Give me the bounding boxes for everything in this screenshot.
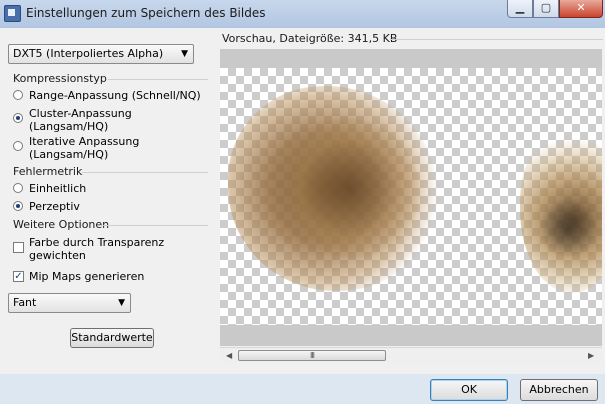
minimize-button[interactable]: ▁	[507, 0, 533, 18]
title-bar: Einstellungen zum Speichern des Bildes ▁…	[0, 0, 605, 29]
mipmaps-checkbox-label: Mip Maps generieren	[29, 270, 145, 283]
transparency-checkerboard	[220, 68, 602, 325]
transparency-checkbox[interactable]	[13, 242, 24, 253]
transparency-checkbox-label: Farbe durch Transparenz gewichten	[29, 236, 165, 262]
divider	[108, 79, 208, 80]
divider	[100, 225, 208, 226]
radio-iterative-fit-label: Iterative Anpassung (Langsam/HQ)	[29, 135, 140, 161]
checkmark-icon: ✓	[14, 271, 23, 282]
scroll-right-icon[interactable]: ▶	[588, 351, 594, 360]
preview-label: Vorschau, Dateigröße: 341,5 KB	[222, 32, 398, 45]
image-icon	[4, 5, 21, 22]
format-select[interactable]: DXT5 (Interpoliertes Alpha) ▼	[8, 44, 194, 64]
error-metric-label: Fehlermetrik	[13, 165, 83, 178]
radio-perceptual[interactable]	[13, 201, 23, 211]
horizontal-scrollbar[interactable]: ◀ III ▶	[220, 347, 602, 364]
radio-uniform-label: Einheitlich	[29, 182, 87, 195]
window-title: Einstellungen zum Speichern des Bildes	[26, 6, 266, 20]
scroll-left-icon[interactable]: ◀	[226, 351, 232, 360]
compression-label: Kompressionstyp	[13, 72, 107, 85]
mipmaps-checkbox[interactable]: ✓	[13, 271, 24, 282]
ok-button[interactable]: OK	[430, 379, 508, 401]
radio-cluster-fit[interactable]	[13, 113, 23, 123]
chevron-down-icon: ▼	[181, 49, 188, 59]
divider	[390, 39, 603, 40]
maximize-button[interactable]: ▢	[533, 0, 559, 18]
format-select-value: DXT5 (Interpoliertes Alpha)	[13, 47, 164, 60]
radio-range-fit-label: Range-Anpassung (Schnell/NQ)	[29, 89, 201, 102]
texture-image	[538, 198, 598, 258]
more-options-label: Weitere Optionen	[13, 218, 110, 231]
radio-perceptual-label: Perzeptiv	[29, 200, 80, 213]
radio-cluster-fit-label: Cluster-Anpassung (Langsam/HQ)	[29, 107, 132, 133]
preview-pane[interactable]	[220, 49, 602, 346]
radio-uniform[interactable]	[13, 183, 23, 193]
cancel-button[interactable]: Abbrechen	[520, 379, 598, 401]
radio-iterative-fit[interactable]	[13, 141, 23, 151]
dialog-body: DXT5 (Interpoliertes Alpha) ▼ Kompressio…	[0, 28, 605, 374]
divider	[82, 172, 208, 173]
filter-select[interactable]: Fant ▼	[8, 293, 131, 313]
button-bar: OK Abbrechen	[0, 374, 605, 404]
scroll-thumb[interactable]: III	[238, 350, 386, 361]
defaults-button[interactable]: Standardwerte	[70, 328, 154, 348]
close-button[interactable]: ✕	[559, 0, 603, 18]
radio-range-fit[interactable]	[13, 90, 23, 100]
filter-select-value: Fant	[13, 296, 37, 309]
chevron-down-icon: ▼	[118, 298, 125, 308]
